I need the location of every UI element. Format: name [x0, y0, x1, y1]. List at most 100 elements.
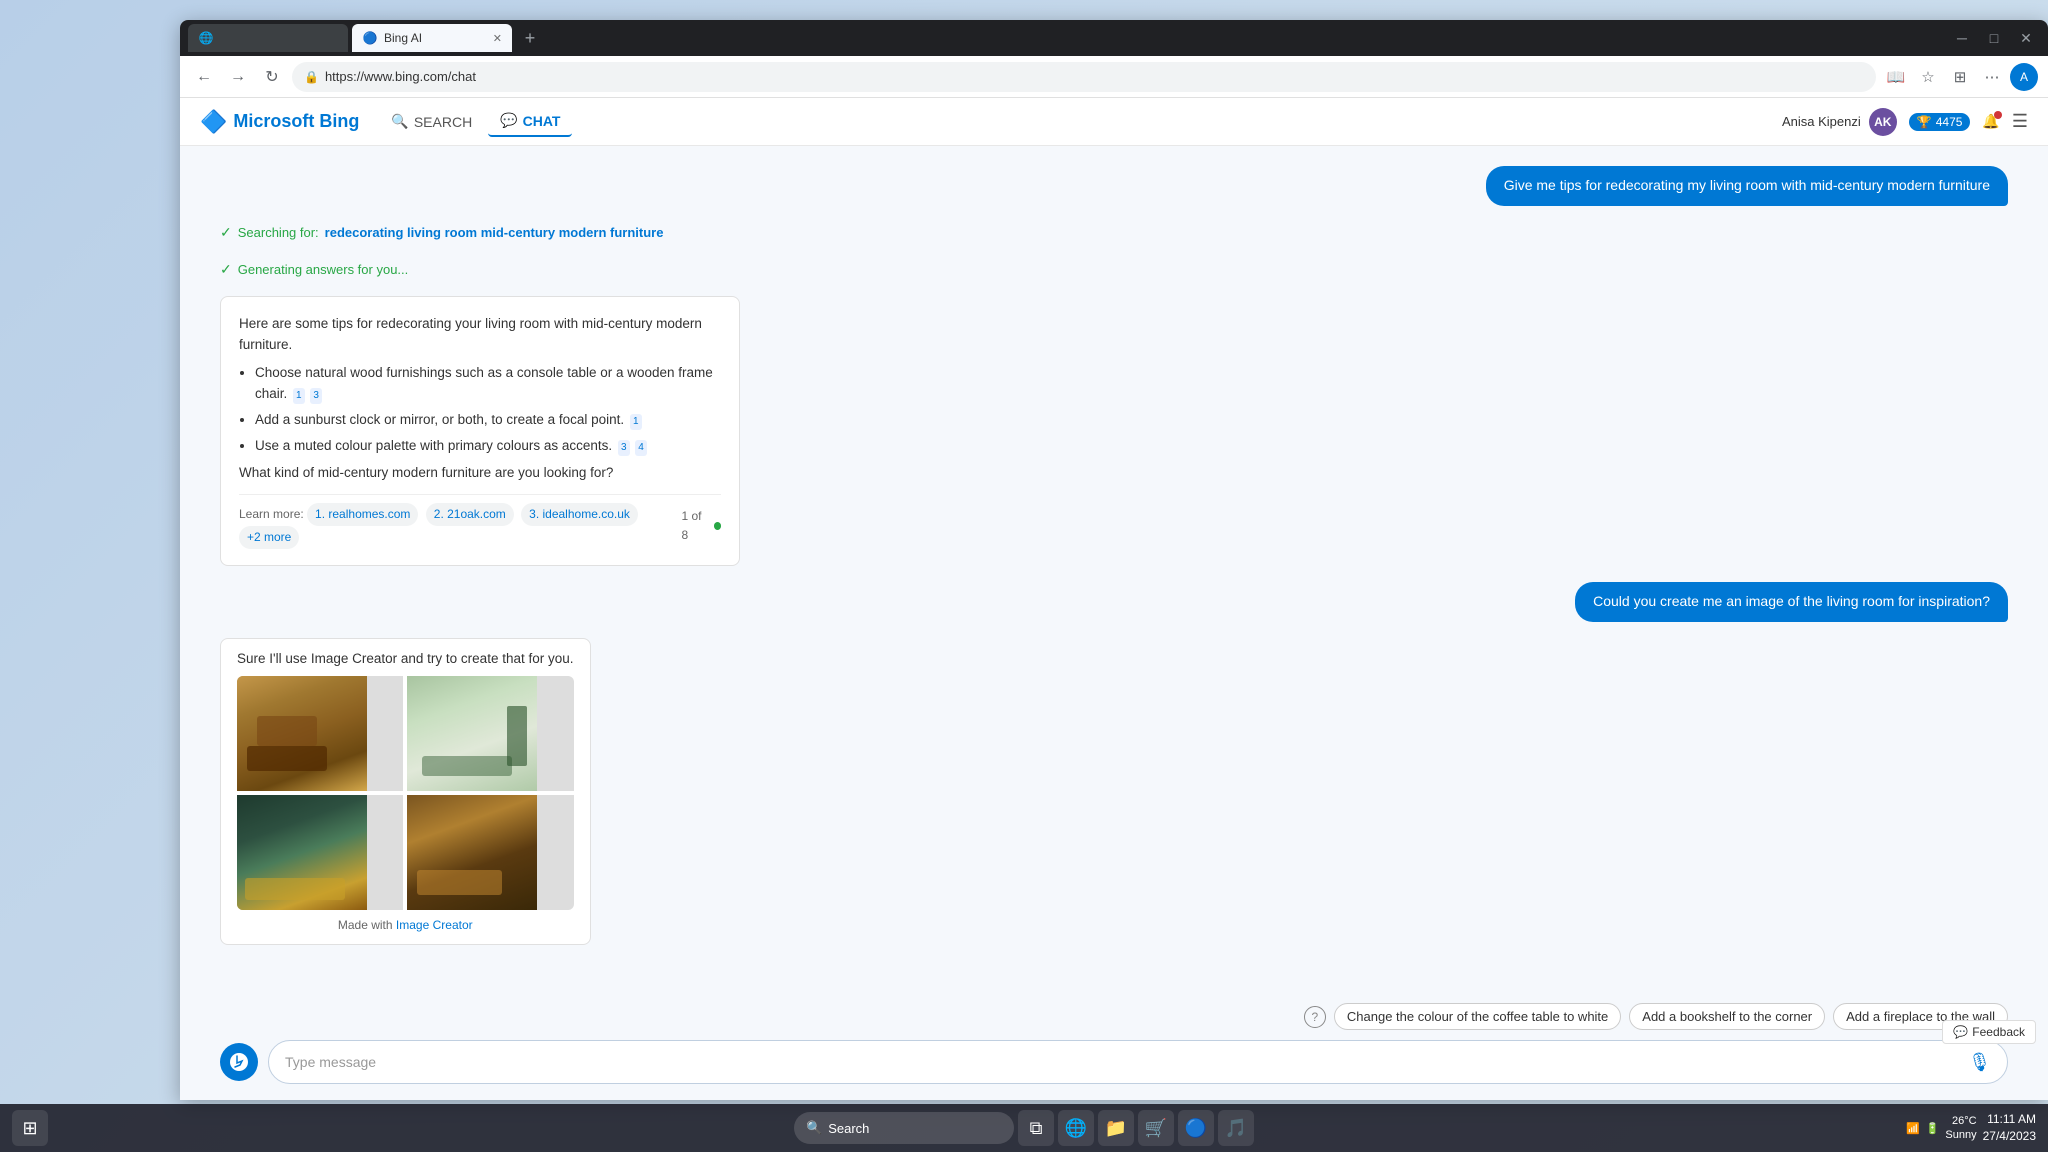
user-message-2-text: Could you create me an image of the livi…	[1593, 593, 1990, 609]
assistant-image-response: Sure I'll use Image Creator and try to c…	[220, 638, 591, 945]
ref-4[interactable]: 4	[635, 440, 647, 456]
source-more[interactable]: +2 more	[239, 526, 299, 549]
user-info: Anisa Kipenzi AK	[1782, 108, 1897, 136]
maximize-button[interactable]: □	[1980, 24, 2008, 52]
taskbar-search-icon: 🔍	[806, 1120, 822, 1136]
profile-button[interactable]: A	[2010, 63, 2038, 91]
inactive-tab[interactable]: 🌐	[188, 24, 348, 52]
room-image-3[interactable]	[237, 795, 403, 910]
tab-bar: 🌐 🔵 Bing AI ✕ +	[188, 24, 1944, 52]
response-question: What kind of mid-century modern furnitur…	[239, 462, 721, 484]
input-placeholder: Type message	[285, 1054, 1958, 1070]
ref-3b[interactable]: 3	[618, 440, 630, 456]
chip-coffee-table[interactable]: Change the colour of the coffee table to…	[1334, 1003, 1621, 1030]
response-intro: Here are some tips for redecorating your…	[239, 313, 721, 356]
tab-title: Bing AI	[384, 31, 422, 45]
room-img-brown	[407, 795, 537, 910]
points-value: 4475	[1936, 115, 1963, 129]
weather-temp: 26°C	[1945, 1114, 1976, 1128]
notification-dot	[1994, 111, 2002, 119]
edge-taskbar-button[interactable]: 🌐	[1058, 1110, 1094, 1146]
bullet-1-text: Choose natural wood furnishings such as …	[255, 365, 713, 402]
refresh-button[interactable]: ↻	[258, 63, 286, 91]
ref-3[interactable]: 3	[310, 388, 322, 404]
feedback-label: Feedback	[1972, 1025, 2025, 1039]
file-explorer-button[interactable]: 📁	[1098, 1110, 1134, 1146]
search-query: redecorating living room mid-century mod…	[325, 225, 664, 240]
new-tab-button[interactable]: +	[516, 24, 544, 52]
bing-btn[interactable]	[220, 1043, 258, 1081]
taskbar-search-label: Search	[828, 1121, 869, 1136]
taskbar-right: 📶 🔋 26°C Sunny 11:11 AM 27/4/2023	[1906, 1111, 2036, 1145]
bullet-2-text: Add a sunburst clock or mirror, or both,…	[255, 412, 624, 427]
back-button[interactable]: ←	[190, 63, 218, 91]
minimize-button[interactable]: ─	[1948, 24, 1976, 52]
url-bar[interactable]: 🔒 https://www.bing.com/chat	[292, 62, 1876, 92]
avatar-initials: AK	[1874, 115, 1891, 129]
bullet-3: Use a muted colour palette with primary …	[255, 435, 721, 457]
feedback-icon: 💬	[1953, 1025, 1968, 1039]
taskbar: ⊞ 🔍 Search ⧉ 🌐 📁 🛒 🔵 🎵 📶 🔋 26°C Sunny 11…	[0, 1104, 2048, 1152]
help-icon[interactable]: ?	[1304, 1006, 1326, 1028]
feedback-button[interactable]: 💬 Feedback	[1942, 1020, 2036, 1044]
start-button[interactable]: ⊞	[12, 1110, 48, 1146]
bullet-3-text: Use a muted colour palette with primary …	[255, 438, 612, 453]
favorites-button[interactable]: ☆	[1914, 63, 1942, 91]
notifications-button[interactable]: 🔔	[1982, 113, 1999, 130]
wifi-icon: 📶	[1906, 1122, 1920, 1135]
room-image-1[interactable]	[237, 676, 403, 791]
microphone-button[interactable]: 🎙	[1968, 1052, 1991, 1073]
bing-logo[interactable]: 🔷 Microsoft Bing	[200, 109, 359, 135]
source-2[interactable]: 2. 21oak.com	[426, 503, 514, 526]
forward-button[interactable]: →	[224, 63, 252, 91]
task-view-button[interactable]: ⧉	[1018, 1110, 1054, 1146]
chip-bookshelf[interactable]: Add a bookshelf to the corner	[1629, 1003, 1825, 1030]
searching-status: ✓ Searching for: redecorating living roo…	[220, 222, 2008, 243]
close-button[interactable]: ✕	[2012, 24, 2040, 52]
clock: 11:11 AM 27/4/2023	[1983, 1111, 2036, 1145]
page-indicator: 1 of 8	[681, 507, 721, 545]
store-taskbar-button[interactable]: 🛒	[1138, 1110, 1174, 1146]
assistant-response-card: Here are some tips for redecorating your…	[220, 296, 740, 567]
check-icon-1: ✓	[220, 224, 232, 241]
hamburger-menu-button[interactable]: ☰	[2012, 111, 2028, 132]
active-tab[interactable]: 🔵 Bing AI ✕	[352, 24, 512, 52]
chat-input-area: ? Change the colour of the coffee table …	[180, 993, 2048, 1100]
more-actions-button[interactable]: ⋯	[1978, 63, 2006, 91]
weather-info: 26°C Sunny	[1945, 1114, 1976, 1143]
room-image-2[interactable]	[407, 676, 573, 791]
room-image-4[interactable]	[407, 795, 573, 910]
tab-close-btn[interactable]: ✕	[493, 32, 502, 45]
weather-condition: Sunny	[1945, 1128, 1976, 1142]
ref-1[interactable]: 1	[293, 388, 305, 404]
bing-icon	[229, 1052, 249, 1072]
help-icon-symbol: ?	[1312, 1010, 1319, 1024]
learn-more-label: Learn more:	[239, 507, 307, 521]
nav-chat[interactable]: 💬 CHAT	[488, 106, 572, 137]
nav-search[interactable]: 🔍 SEARCH	[379, 106, 484, 137]
music-button[interactable]: 🎵	[1218, 1110, 1254, 1146]
collections-button[interactable]: ⊞	[1946, 63, 1974, 91]
user-message-2: Could you create me an image of the livi…	[1575, 582, 2008, 622]
browser-window: 🌐 🔵 Bing AI ✕ + ─ □ ✕ ← → ↻ 🔒 https://ww…	[180, 20, 2048, 1100]
chat-input-box[interactable]: Type message 🎙	[268, 1040, 2008, 1084]
search-nav-label: SEARCH	[414, 114, 472, 130]
points-badge[interactable]: 🏆 4475	[1909, 113, 1971, 131]
browser-taskbar-button[interactable]: 🔵	[1178, 1110, 1214, 1146]
reader-view-button[interactable]: 📖	[1882, 63, 1910, 91]
input-row: Type message 🎙	[220, 1040, 2008, 1084]
page-text: 1 of 8	[681, 507, 709, 545]
source-1[interactable]: 1. realhomes.com	[307, 503, 418, 526]
source-3[interactable]: 3. idealhome.co.uk	[521, 503, 638, 526]
address-bar: ← → ↻ 🔒 https://www.bing.com/chat 📖 ☆ ⊞ …	[180, 56, 2048, 98]
taskbar-search[interactable]: 🔍 Search	[794, 1112, 1014, 1144]
lock-icon: 🔒	[304, 70, 319, 84]
user-message-1: Give me tips for redecorating my living …	[1486, 166, 2008, 206]
room-img-dark	[237, 795, 367, 910]
battery-icon: 🔋	[1926, 1122, 1940, 1135]
user-avatar[interactable]: AK	[1869, 108, 1897, 136]
ref-1b[interactable]: 1	[630, 414, 642, 430]
image-creator-link[interactable]: Image Creator	[396, 918, 473, 932]
chat-nav-label: CHAT	[523, 113, 561, 129]
date: 27/4/2023	[1983, 1128, 2036, 1145]
